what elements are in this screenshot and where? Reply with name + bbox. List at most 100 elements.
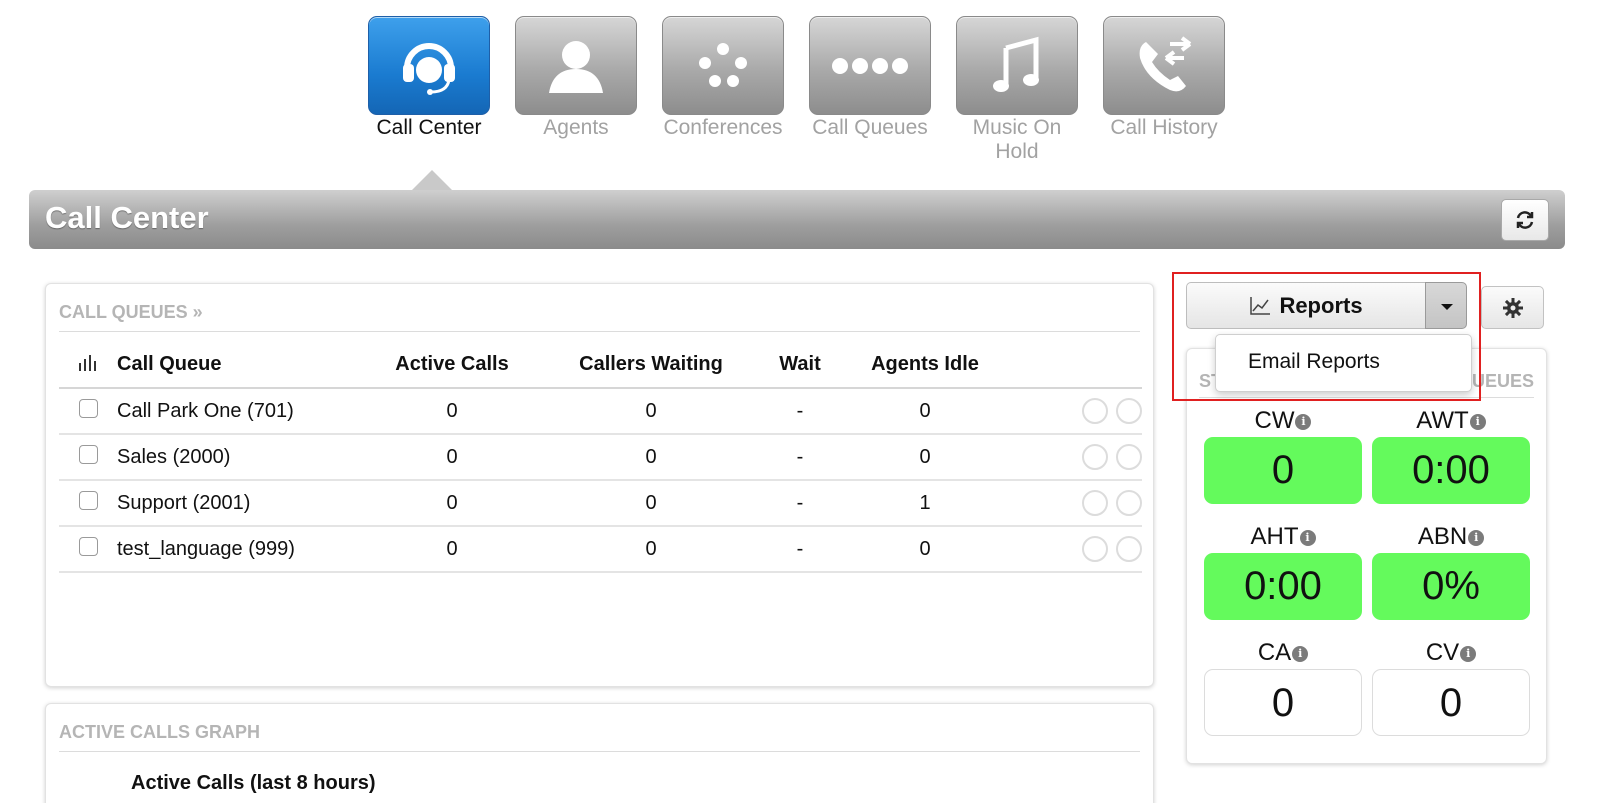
row-select-cell [59,388,117,435]
row-actions [1015,434,1142,481]
active-calls-link[interactable]: 0 [367,480,537,527]
nav-label: Music On Hold [972,116,1062,163]
row-actions [1015,526,1142,573]
queue-name: test_language (999) [117,526,367,573]
row-select-cell [59,480,117,527]
agent-icon[interactable] [1082,490,1108,516]
active-calls-graph-panel: ACTIVE CALLS GRAPH Active Calls (last 8 … [45,703,1154,803]
stat-label: AWT i [1372,405,1530,437]
nav-tile [368,16,490,115]
agents-idle-link[interactable]: 0 [835,526,1015,573]
info-icon[interactable]: i [1292,645,1309,662]
refresh-icon [1516,211,1534,229]
edit-icon[interactable] [1116,490,1142,516]
queue-stats-panel: ST UEUES CW i 0 AWT i 0:00 AHT i 0:00 ABN i … [1186,348,1547,764]
callers-waiting-link[interactable]: 0 [537,526,765,573]
refresh-button[interactable] [1501,199,1549,241]
active-calls-link[interactable]: 0 [367,526,537,573]
gear-icon [1502,297,1523,318]
stat-value: 0:00 [1372,437,1530,504]
panel-title[interactable]: CALL QUEUES » [59,302,1140,332]
active-calls-link[interactable]: 0 [367,434,537,481]
row-checkbox[interactable] [78,444,98,464]
nav-call-center[interactable]: Call Center [368,16,490,140]
nav-label: Call Center [376,116,482,139]
edit-icon[interactable] [1116,398,1142,424]
row-actions [1015,480,1142,527]
row-checkbox[interactable] [78,490,98,510]
table-row: Support (2001) 0 0 - 1 [59,480,1142,527]
nav-agents[interactable]: Agents [515,16,637,140]
agent-icon[interactable] [1082,536,1108,562]
queue-dots-icon [832,57,908,74]
callers-waiting-link[interactable]: 0 [537,480,765,527]
agent-icon[interactable] [1082,444,1108,470]
info-icon[interactable]: i [1468,529,1485,546]
queue-name: Support (2001) [117,480,367,527]
edit-icon[interactable] [1116,444,1142,470]
wait-value: - [765,434,835,481]
table-row: Sales (2000) 0 0 - 0 [59,434,1142,481]
active-calls-link[interactable]: 0 [367,388,537,435]
row-actions [1015,388,1142,435]
stat-aht: AHT i 0:00 [1204,521,1362,620]
settings-button[interactable] [1481,286,1544,329]
column-header[interactable]: Call Queue [117,342,367,389]
agents-idle-link[interactable]: 0 [835,434,1015,481]
nav-conferences[interactable]: Conferences [662,16,784,140]
nav-tile [956,16,1078,115]
stat-abn: ABN i 0% [1372,521,1530,620]
nav-label: Agents [543,116,609,139]
nav-music-on-hold[interactable]: Music On Hold [956,16,1078,164]
info-icon[interactable]: i [1295,413,1312,430]
stat-value: 0 [1204,437,1362,504]
row-checkbox[interactable] [78,536,98,556]
row-select-cell [59,526,117,573]
nav-call-history[interactable]: Call History [1103,16,1225,140]
column-header[interactable]: Callers Waiting [537,342,765,389]
call-queues-panel: CALL QUEUES » Call Queue Active Calls Ca… [45,283,1154,687]
agent-icon[interactable] [1082,398,1108,424]
callers-waiting-link[interactable]: 0 [537,388,765,435]
chart-column-header[interactable] [59,342,117,389]
nav-tile [515,16,637,115]
nav-call-queues[interactable]: Call Queues [809,16,931,140]
stat-label: CV i [1372,637,1530,669]
music-note-icon [993,36,1039,92]
panel-title: ACTIVE CALLS GRAPH [59,722,1140,752]
nav-label: Call Queues [812,116,928,139]
stat-value: 0 [1204,669,1362,736]
row-select-cell [59,434,117,481]
panel-title-right: UEUES [1471,371,1534,391]
info-icon[interactable]: i [1460,645,1477,662]
column-header[interactable]: Wait [765,342,835,389]
nav-tile [809,16,931,115]
stat-label-text: CW [1254,407,1295,434]
stat-label: CW i [1204,405,1362,437]
stat-value: 0:00 [1204,553,1362,620]
row-checkbox[interactable] [78,398,98,418]
call-queues-table: Call Queue Active Calls Callers Waiting … [59,342,1142,573]
column-header[interactable]: Active Calls [367,342,537,389]
stat-label-text: AHT [1250,523,1299,550]
stat-awt: AWT i 0:00 [1372,405,1530,504]
graph-subtitle: Active Calls (last 8 hours) [131,772,376,794]
stat-value: 0% [1372,553,1530,620]
stat-label-text: AWT [1416,407,1469,434]
stat-label: ABN i [1372,521,1530,553]
stat-ca: CA i 0 [1204,637,1362,736]
wait-value: - [765,480,835,527]
stat-label: AHT i [1204,521,1362,553]
conference-dots-icon [699,42,747,87]
edit-icon[interactable] [1116,536,1142,562]
page-header: Call Center [29,190,1565,249]
user-icon [549,40,603,93]
column-header[interactable]: Agents Idle [835,342,1015,389]
wait-value: - [765,526,835,573]
info-icon[interactable]: i [1469,413,1486,430]
callers-waiting-link[interactable]: 0 [537,434,765,481]
agents-idle-link[interactable]: 1 [835,480,1015,527]
info-icon[interactable]: i [1299,529,1316,546]
agents-idle-link[interactable]: 0 [835,388,1015,435]
stat-label-text: CV [1425,639,1460,666]
